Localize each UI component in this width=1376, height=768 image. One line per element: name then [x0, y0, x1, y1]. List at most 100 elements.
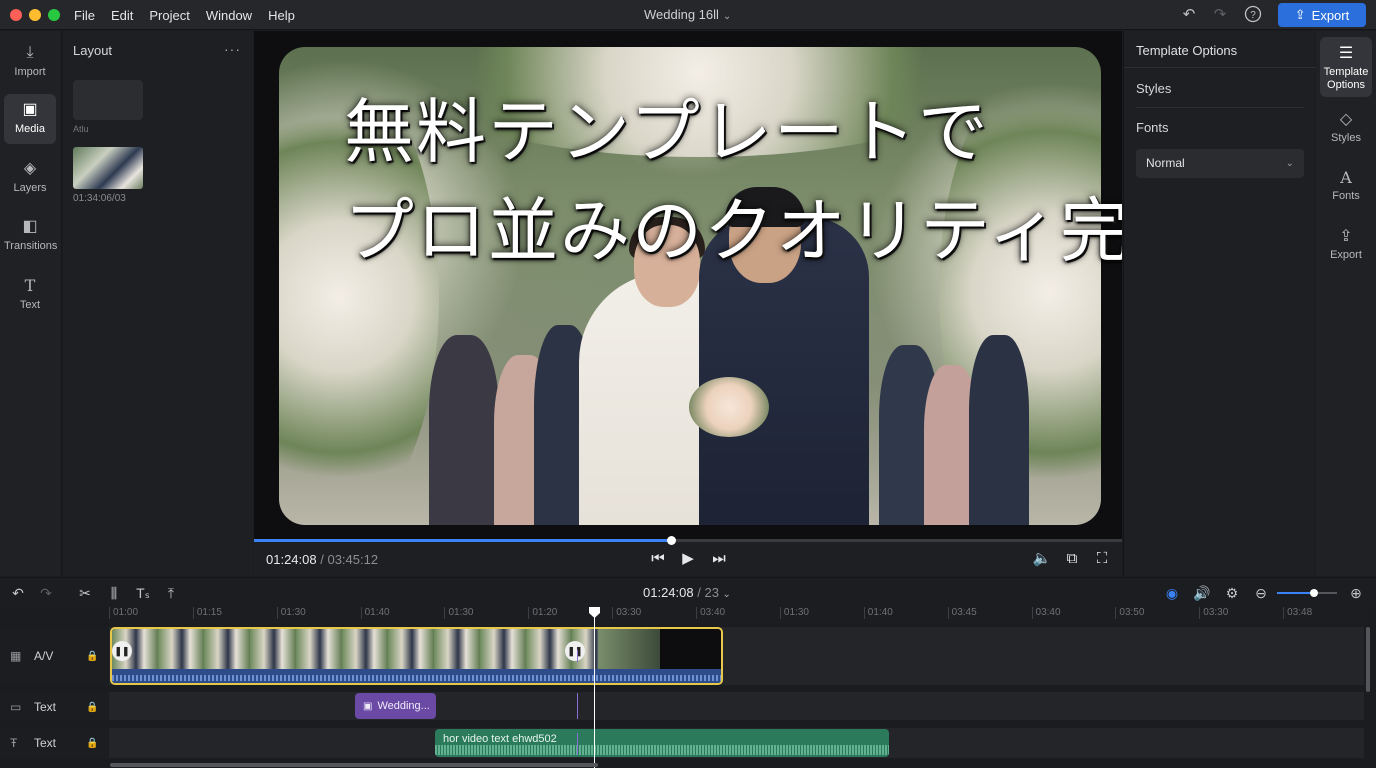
rail-fonts[interactable]: A Fonts [1320, 161, 1372, 219]
redo-icon[interactable]: ↷ [1210, 5, 1230, 25]
marker [577, 733, 578, 755]
track-header-text-1[interactable]: ▭ Text 🔒 [0, 692, 108, 720]
media-icon: ▣ [22, 101, 38, 118]
rail-export[interactable]: ⇪ Export [1320, 220, 1372, 278]
zoom-slider-handle[interactable] [1310, 589, 1319, 597]
text-clip[interactable]: ▣ Wedding... [355, 693, 436, 719]
timeline-ruler[interactable]: 01:00 01:15 01:30 01:40 01:30 01:20 03:30 03:40… [109, 607, 1367, 625]
picture-in-picture-icon[interactable]: ⧉ [1062, 549, 1082, 569]
ruler-tick: 03:30 [1199, 607, 1228, 619]
ruler-tick: 03:48 [1283, 607, 1312, 619]
av-clip[interactable]: ❚❚ ❚❚ [110, 627, 723, 685]
speaker-icon[interactable]: 🔊 [1193, 584, 1211, 602]
ruler-tick: 01:40 [863, 607, 893, 619]
playback-time: 01:24:08 / 03:45:12 [266, 552, 378, 567]
audio-clip[interactable]: hor video text ehwd502 [435, 729, 889, 757]
minimize-window-button[interactable] [29, 9, 41, 21]
skip-back-icon[interactable]: ⏮ [648, 549, 668, 569]
export-button[interactable]: ⇪ Export [1278, 3, 1366, 27]
close-window-button[interactable] [10, 9, 22, 21]
timeline-playhead[interactable] [594, 607, 595, 768]
lock-icon[interactable]: 🔒 [86, 651, 98, 662]
track-header-av[interactable]: ▦ A/V 🔒 [0, 627, 108, 685]
audio-waveform [435, 745, 889, 755]
marker [577, 650, 578, 662]
zoom-slider[interactable] [1277, 589, 1337, 597]
transitions-icon: ◧ [22, 218, 38, 235]
overlay-title-line1[interactable]: 無料テンプレートで [344, 97, 990, 167]
template-options-icon: ☰ [1338, 45, 1354, 62]
marker [577, 693, 578, 719]
timeline-current: 01:24:08 [643, 585, 694, 600]
more-options-icon[interactable]: ··· [224, 41, 241, 57]
help-icon[interactable]: ? [1243, 5, 1263, 25]
lock-icon[interactable]: 🔒 [86, 702, 98, 713]
settings-gear-icon[interactable]: ⚙ [1223, 584, 1241, 602]
chevron-down-icon: ⌄ [1285, 158, 1294, 169]
export-button-label: Export [1311, 7, 1350, 23]
styles-section-label[interactable]: Styles [1136, 81, 1171, 96]
scissors-icon[interactable]: ✂ [76, 584, 94, 602]
document-title[interactable]: Wedding 16ll ⌄ [644, 7, 731, 22]
rail-template-options[interactable]: ☰ Template Options [1320, 37, 1372, 97]
rail-media[interactable]: ▣ Media [4, 94, 56, 144]
document-title-text: Wedding 16ll [644, 7, 719, 22]
undo-icon[interactable]: ↶ [9, 584, 27, 602]
record-icon[interactable]: ◉ [1163, 584, 1181, 602]
layout-card[interactable] [73, 80, 143, 120]
scrubber-handle[interactable] [666, 536, 676, 545]
export-icon: ⇪ [1339, 228, 1353, 245]
rail-media-label: Media [15, 123, 45, 135]
track-label-text-2: Text [34, 736, 57, 750]
fullscreen-icon[interactable]: ⛶ [1092, 549, 1112, 569]
menu-help[interactable]: Help [268, 8, 295, 23]
volume-icon[interactable]: 🔈 [1032, 549, 1052, 569]
right-tool-rail: ☰ Template Options ◇ Styles A Fonts ⇪ Ex… [1316, 31, 1376, 576]
rail-styles[interactable]: ◇ Styles [1320, 103, 1372, 161]
track-header-text-2[interactable]: Ŧ Text 🔒 [0, 728, 108, 758]
timeline-timecode[interactable]: 01:24:08 / 23 ⌄ [643, 585, 731, 600]
pause-icon[interactable]: ❚❚ [565, 641, 585, 661]
font-weight-select[interactable]: Normal ⌄ [1136, 149, 1304, 178]
undo-icon[interactable]: ↶ [1179, 5, 1199, 25]
template-options-panel: Template Options Styles Fonts Normal ⌄ [1123, 31, 1316, 576]
zoom-out-icon[interactable]: ⊖ [1252, 584, 1270, 602]
play-icon[interactable]: ▶ [678, 549, 698, 569]
lock-icon[interactable]: 🔒 [86, 738, 98, 749]
rail-styles-label: Styles [1331, 132, 1361, 144]
upload-icon: ⇪ [1294, 7, 1306, 22]
fonts-section-label[interactable]: Fonts [1136, 120, 1169, 135]
zoom-in-icon[interactable]: ⊕ [1347, 584, 1365, 602]
pause-icon[interactable]: ❚❚ [112, 641, 132, 661]
menu-file[interactable]: File [74, 8, 95, 23]
rail-layers[interactable]: ◈ Layers [4, 153, 56, 203]
layers-icon: ◈ [23, 160, 37, 177]
add-text-icon[interactable]: Tₛ [134, 584, 152, 602]
zoom-slider-fill [1277, 592, 1315, 594]
media-thumbnail[interactable] [73, 147, 143, 189]
rail-transitions[interactable]: ◧ Transitions [4, 211, 58, 261]
menu-window[interactable]: Window [206, 8, 252, 23]
preview-scrubber[interactable] [254, 536, 1122, 545]
split-icon[interactable]: ⫼ [105, 584, 123, 602]
rail-import[interactable]: ⤓ Import [4, 37, 56, 87]
rail-text[interactable]: T Text [4, 270, 56, 320]
menu-edit[interactable]: Edit [111, 8, 133, 23]
track-lane-text-1[interactable] [109, 692, 1364, 720]
track-label-av: A/V [34, 649, 54, 663]
ruler-tick: 03:40 [1031, 607, 1061, 619]
redo-icon[interactable]: ↷ [37, 584, 55, 602]
timeline-horizontal-scrollbar[interactable] [110, 763, 598, 767]
timeline-vertical-scrollbar[interactable] [1366, 627, 1370, 692]
upload-icon[interactable]: ⤒ [162, 584, 180, 602]
rail-transitions-label: Transitions [4, 240, 58, 252]
rail-layers-label: Layers [13, 182, 47, 194]
menu-project[interactable]: Project [149, 8, 189, 23]
app-menu: File Edit Project Window Help [74, 0, 295, 30]
import-icon: ⤓ [26, 44, 34, 61]
video-preview[interactable]: 無料テンプレートで プロ並みのクオリティ完成 [254, 31, 1122, 541]
skip-forward-icon[interactable]: ⏭ [709, 549, 729, 569]
overlay-title-line2[interactable]: プロ並みのクオリティ完成 [344, 196, 1122, 266]
zoom-window-button[interactable] [48, 9, 60, 21]
total-time: / 03:45:12 [320, 552, 379, 567]
